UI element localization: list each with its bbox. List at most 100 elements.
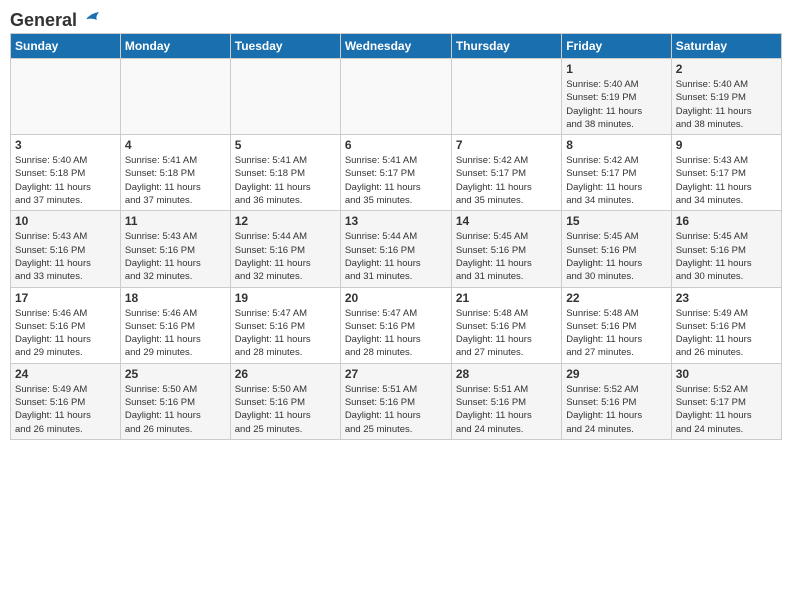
logo-bird-icon	[79, 11, 101, 27]
calendar-week-row: 1 Sunrise: 5:40 AM Sunset: 5:19 PM Daylig…	[11, 59, 782, 135]
day-number: 25	[125, 367, 226, 381]
day-info: Sunrise: 5:52 AM Sunset: 5:16 PM Dayligh…	[566, 383, 666, 436]
calendar-week-row: 10 Sunrise: 5:43 AM Sunset: 5:16 PM Dayli…	[11, 211, 782, 287]
day-number: 2	[676, 62, 777, 76]
calendar-day-cell	[120, 59, 230, 135]
day-number: 22	[566, 291, 666, 305]
day-number: 5	[235, 138, 336, 152]
calendar-day-cell: 14 Sunrise: 5:45 AM Sunset: 5:16 PM Dayli…	[451, 211, 561, 287]
calendar-day-cell: 21 Sunrise: 5:48 AM Sunset: 5:16 PM Dayli…	[451, 287, 561, 363]
day-info: Sunrise: 5:49 AM Sunset: 5:16 PM Dayligh…	[15, 383, 116, 436]
day-info: Sunrise: 5:43 AM Sunset: 5:17 PM Dayligh…	[676, 154, 777, 207]
page-header: General	[10, 10, 782, 27]
day-info: Sunrise: 5:48 AM Sunset: 5:16 PM Dayligh…	[456, 307, 557, 360]
day-number: 8	[566, 138, 666, 152]
calendar-day-cell: 4 Sunrise: 5:41 AM Sunset: 5:18 PM Daylig…	[120, 135, 230, 211]
calendar-week-row: 24 Sunrise: 5:49 AM Sunset: 5:16 PM Dayli…	[11, 363, 782, 439]
calendar-day-cell: 26 Sunrise: 5:50 AM Sunset: 5:16 PM Dayli…	[230, 363, 340, 439]
calendar-day-cell: 25 Sunrise: 5:50 AM Sunset: 5:16 PM Dayli…	[120, 363, 230, 439]
calendar-header-row: SundayMondayTuesdayWednesdayThursdayFrid…	[11, 34, 782, 59]
day-info: Sunrise: 5:49 AM Sunset: 5:16 PM Dayligh…	[676, 307, 777, 360]
calendar-day-cell: 27 Sunrise: 5:51 AM Sunset: 5:16 PM Dayli…	[340, 363, 451, 439]
day-info: Sunrise: 5:40 AM Sunset: 5:19 PM Dayligh…	[566, 78, 666, 131]
day-number: 20	[345, 291, 447, 305]
calendar-day-cell: 24 Sunrise: 5:49 AM Sunset: 5:16 PM Dayli…	[11, 363, 121, 439]
logo: General	[10, 10, 101, 27]
day-number: 13	[345, 214, 447, 228]
day-info: Sunrise: 5:45 AM Sunset: 5:16 PM Dayligh…	[456, 230, 557, 283]
day-info: Sunrise: 5:50 AM Sunset: 5:16 PM Dayligh…	[235, 383, 336, 436]
calendar-day-cell	[451, 59, 561, 135]
day-info: Sunrise: 5:40 AM Sunset: 5:18 PM Dayligh…	[15, 154, 116, 207]
calendar-day-cell: 8 Sunrise: 5:42 AM Sunset: 5:17 PM Daylig…	[562, 135, 671, 211]
calendar-day-cell: 5 Sunrise: 5:41 AM Sunset: 5:18 PM Daylig…	[230, 135, 340, 211]
day-number: 30	[676, 367, 777, 381]
calendar-day-cell: 3 Sunrise: 5:40 AM Sunset: 5:18 PM Daylig…	[11, 135, 121, 211]
day-number: 14	[456, 214, 557, 228]
day-number: 18	[125, 291, 226, 305]
calendar-day-cell: 28Sunrise: 5:51 AM Sunset: 5:16 PM Dayli…	[451, 363, 561, 439]
calendar-day-cell: 16Sunrise: 5:45 AM Sunset: 5:16 PM Dayli…	[671, 211, 781, 287]
day-info: Sunrise: 5:47 AM Sunset: 5:16 PM Dayligh…	[235, 307, 336, 360]
calendar-day-cell: 11 Sunrise: 5:43 AM Sunset: 5:16 PM Dayli…	[120, 211, 230, 287]
calendar-day-cell: 29 Sunrise: 5:52 AM Sunset: 5:16 PM Dayli…	[562, 363, 671, 439]
day-number: 10	[15, 214, 116, 228]
calendar-day-cell: 10 Sunrise: 5:43 AM Sunset: 5:16 PM Dayli…	[11, 211, 121, 287]
day-info: Sunrise: 5:42 AM Sunset: 5:17 PM Dayligh…	[456, 154, 557, 207]
day-info: Sunrise: 5:43 AM Sunset: 5:16 PM Dayligh…	[125, 230, 226, 283]
day-number: 6	[345, 138, 447, 152]
calendar-day-cell: 23 Sunrise: 5:49 AM Sunset: 5:16 PM Dayli…	[671, 287, 781, 363]
calendar-week-row: 3 Sunrise: 5:40 AM Sunset: 5:18 PM Daylig…	[11, 135, 782, 211]
day-info: Sunrise: 5:47 AM Sunset: 5:16 PM Dayligh…	[345, 307, 447, 360]
day-number: 23	[676, 291, 777, 305]
day-info: Sunrise: 5:41 AM Sunset: 5:17 PM Dayligh…	[345, 154, 447, 207]
day-info: Sunrise: 5:50 AM Sunset: 5:16 PM Dayligh…	[125, 383, 226, 436]
day-info: Sunrise: 5:42 AM Sunset: 5:17 PM Dayligh…	[566, 154, 666, 207]
day-info: Sunrise: 5:40 AM Sunset: 5:19 PM Dayligh…	[676, 78, 777, 131]
calendar-table: SundayMondayTuesdayWednesdayThursdayFrid…	[10, 33, 782, 440]
day-info: Sunrise: 5:43 AM Sunset: 5:16 PM Dayligh…	[15, 230, 116, 283]
calendar-day-cell: 12Sunrise: 5:44 AM Sunset: 5:16 PM Dayli…	[230, 211, 340, 287]
calendar-day-cell: 1 Sunrise: 5:40 AM Sunset: 5:19 PM Daylig…	[562, 59, 671, 135]
day-info: Sunrise: 5:41 AM Sunset: 5:18 PM Dayligh…	[125, 154, 226, 207]
day-number: 26	[235, 367, 336, 381]
logo-text-general: General	[10, 10, 77, 31]
calendar-day-cell: 22 Sunrise: 5:48 AM Sunset: 5:16 PM Dayli…	[562, 287, 671, 363]
weekday-header: Wednesday	[340, 34, 451, 59]
calendar-day-cell: 20 Sunrise: 5:47 AM Sunset: 5:16 PM Dayli…	[340, 287, 451, 363]
weekday-header: Thursday	[451, 34, 561, 59]
day-number: 7	[456, 138, 557, 152]
day-number: 11	[125, 214, 226, 228]
calendar-day-cell: 18 Sunrise: 5:46 AM Sunset: 5:16 PM Dayli…	[120, 287, 230, 363]
day-number: 19	[235, 291, 336, 305]
day-number: 3	[15, 138, 116, 152]
calendar-day-cell: 15Sunrise: 5:45 AM Sunset: 5:16 PM Dayli…	[562, 211, 671, 287]
day-number: 24	[15, 367, 116, 381]
day-number: 21	[456, 291, 557, 305]
weekday-header: Friday	[562, 34, 671, 59]
calendar-day-cell: 17Sunrise: 5:46 AM Sunset: 5:16 PM Dayli…	[11, 287, 121, 363]
calendar-day-cell: 7 Sunrise: 5:42 AM Sunset: 5:17 PM Daylig…	[451, 135, 561, 211]
day-number: 27	[345, 367, 447, 381]
calendar-day-cell	[11, 59, 121, 135]
calendar-day-cell: 6 Sunrise: 5:41 AM Sunset: 5:17 PM Daylig…	[340, 135, 451, 211]
day-info: Sunrise: 5:45 AM Sunset: 5:16 PM Dayligh…	[676, 230, 777, 283]
day-info: Sunrise: 5:46 AM Sunset: 5:16 PM Dayligh…	[125, 307, 226, 360]
day-info: Sunrise: 5:48 AM Sunset: 5:16 PM Dayligh…	[566, 307, 666, 360]
day-number: 9	[676, 138, 777, 152]
calendar-week-row: 17Sunrise: 5:46 AM Sunset: 5:16 PM Dayli…	[11, 287, 782, 363]
calendar-day-cell	[340, 59, 451, 135]
day-info: Sunrise: 5:41 AM Sunset: 5:18 PM Dayligh…	[235, 154, 336, 207]
day-number: 4	[125, 138, 226, 152]
day-number: 1	[566, 62, 666, 76]
day-info: Sunrise: 5:51 AM Sunset: 5:16 PM Dayligh…	[456, 383, 557, 436]
weekday-header: Monday	[120, 34, 230, 59]
day-info: Sunrise: 5:45 AM Sunset: 5:16 PM Dayligh…	[566, 230, 666, 283]
calendar-day-cell	[230, 59, 340, 135]
day-info: Sunrise: 5:52 AM Sunset: 5:17 PM Dayligh…	[676, 383, 777, 436]
weekday-header: Saturday	[671, 34, 781, 59]
day-info: Sunrise: 5:51 AM Sunset: 5:16 PM Dayligh…	[345, 383, 447, 436]
weekday-header: Sunday	[11, 34, 121, 59]
day-number: 29	[566, 367, 666, 381]
calendar-day-cell: 19 Sunrise: 5:47 AM Sunset: 5:16 PM Dayli…	[230, 287, 340, 363]
